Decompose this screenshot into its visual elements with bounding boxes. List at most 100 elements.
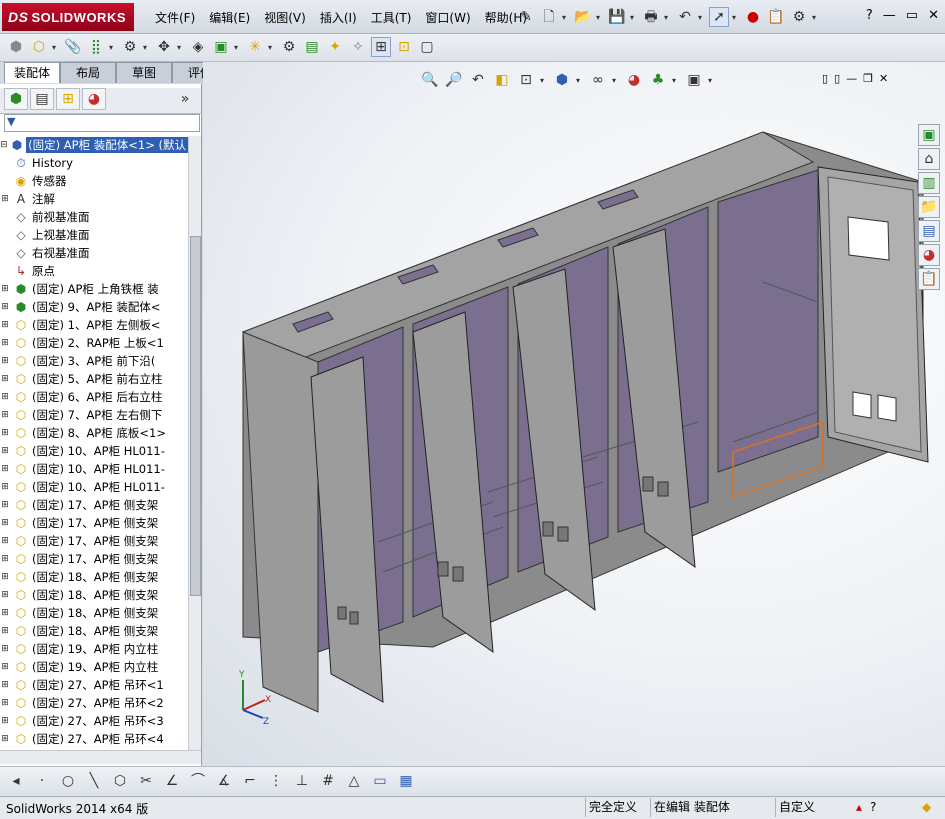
solidworks-resources-icon[interactable]: ▣ xyxy=(918,124,940,146)
centerline-icon[interactable]: ∠ xyxy=(162,771,182,791)
relations-icon[interactable]: △ xyxy=(344,771,364,791)
tree-item[interactable]: ⊞ ⬡ (固定) 7、AP柜 左右侧下 xyxy=(0,406,188,424)
expand-icon[interactable]: ⊞ xyxy=(0,626,10,636)
tree-item[interactable]: ⊞ ⬢ (固定) 9、AP柜 装配体< xyxy=(0,298,188,316)
tree-item[interactable]: ⊞ ⬡ (固定) 17、AP柜 侧支架 xyxy=(0,496,188,514)
dimension-icon[interactable]: ⊥ xyxy=(292,771,312,791)
viewport-split-icon[interactable]: ▯ xyxy=(822,72,828,85)
tree-item[interactable]: ⊞ ⬡ (固定) 5、AP柜 前右立柱 xyxy=(0,370,188,388)
cabinet-assembly-model[interactable]: Y X Z xyxy=(203,62,945,766)
trim-icon[interactable]: ✂ xyxy=(136,771,156,791)
expand-icon[interactable]: ⊞ xyxy=(0,608,10,618)
tab-assembly[interactable]: 装配体 xyxy=(4,62,60,83)
view-orientation-icon[interactable]: ⬢ xyxy=(552,70,572,90)
offset-icon[interactable]: ⌐ xyxy=(240,771,260,791)
expand-icon[interactable]: ⊞ xyxy=(0,392,10,402)
scrollbar-thumb[interactable] xyxy=(190,236,201,596)
tree-item[interactable]: ⏱ History xyxy=(0,154,188,172)
expand-icon[interactable]: ⊞ xyxy=(0,284,10,294)
new-part-icon[interactable]: ⬡ xyxy=(29,37,49,57)
instant3d-icon[interactable]: ⊡ xyxy=(394,37,414,57)
viewport-close-icon[interactable]: ✕ xyxy=(879,72,888,85)
appearances-icon[interactable]: ◕ xyxy=(918,244,940,266)
point-icon[interactable]: · xyxy=(32,771,52,791)
menu-view[interactable]: 视图(V) xyxy=(257,9,313,26)
expand-icon[interactable]: ⊞ xyxy=(0,536,10,546)
minimize-button[interactable]: — xyxy=(883,8,896,23)
tree-item[interactable]: ⊞ ⬡ (固定) 18、AP柜 侧支架 xyxy=(0,568,188,586)
reference-geometry-icon[interactable]: ✳ xyxy=(245,37,265,57)
circle-icon[interactable]: ○ xyxy=(58,771,78,791)
component-pattern-icon[interactable]: ⣿ xyxy=(86,37,106,57)
assembly-features-icon[interactable]: ▣ xyxy=(211,37,231,57)
file-properties-icon[interactable]: 📋 xyxy=(766,7,786,27)
expand-icon[interactable]: ⊞ xyxy=(0,644,10,654)
chevron-down-icon[interactable]: ▾ xyxy=(234,43,242,52)
tree-item[interactable]: ⊞ ⬡ (固定) 1、AP柜 左侧板< xyxy=(0,316,188,334)
speedpak-icon[interactable]: ▢ xyxy=(417,37,437,57)
tree-root[interactable]: ⊟ ⬢ (固定) AP柜 装配体<1> (默认 xyxy=(0,136,188,154)
chevron-down-icon[interactable]: ▾ xyxy=(143,43,151,52)
chevron-down-icon[interactable]: ▾ xyxy=(664,13,672,22)
new-document-icon[interactable]: 🗋 xyxy=(539,7,559,27)
expand-icon[interactable]: ⊞ xyxy=(0,446,10,456)
collapse-icon[interactable]: ⊟ xyxy=(0,140,8,150)
tree-horizontal-scrollbar[interactable] xyxy=(0,750,201,764)
mirror-icon[interactable]: ⋮ xyxy=(266,771,286,791)
viewport-restore-icon[interactable]: ❐ xyxy=(863,72,873,85)
expand-icon[interactable]: ⊞ xyxy=(0,698,10,708)
tree-item[interactable]: ◇ 右视基准面 xyxy=(0,244,188,262)
chevron-down-icon[interactable]: ▾ xyxy=(52,43,60,52)
tree-item[interactable]: ◇ 上视基准面 xyxy=(0,226,188,244)
smart-fasteners-icon[interactable]: ⚙ xyxy=(120,37,140,57)
chevron-down-icon[interactable]: ▾ xyxy=(596,13,604,22)
expand-icon[interactable]: ⊞ xyxy=(0,410,10,420)
help-button[interactable]: ? xyxy=(866,8,873,23)
bill-of-materials-icon[interactable]: ▤ xyxy=(302,37,322,57)
expand-icon[interactable]: ⊞ xyxy=(0,572,10,582)
menu-window[interactable]: 窗口(W) xyxy=(418,9,477,26)
tab-layout[interactable]: 布局 xyxy=(60,62,116,83)
custom-properties-icon[interactable]: 📋 xyxy=(918,268,940,290)
tree-item[interactable]: ⊞ ⬡ (固定) 10、AP柜 HL011- xyxy=(0,442,188,460)
insert-component-icon[interactable]: ⬢ xyxy=(6,37,26,57)
chevron-down-icon[interactable]: ▾ xyxy=(672,76,680,85)
tree-item[interactable]: ⊞ A 注解 xyxy=(0,190,188,208)
expand-icon[interactable]: ⊞ xyxy=(0,320,10,330)
menu-tools[interactable]: 工具(T) xyxy=(364,9,419,26)
zoom-to-fit-icon[interactable]: 🔍 xyxy=(420,70,440,90)
save-icon[interactable]: 💾 xyxy=(607,7,627,27)
chevron-down-icon[interactable]: ▾ xyxy=(732,13,740,22)
tree-item[interactable]: ⊞ ⬡ (固定) 17、AP柜 侧支架 xyxy=(0,514,188,532)
new-motion-study-icon[interactable]: ⚙ xyxy=(279,37,299,57)
chevron-down-icon[interactable]: ▾ xyxy=(177,43,185,52)
chevron-down-icon[interactable]: ▾ xyxy=(109,43,117,52)
dropdown-icon[interactable]: ▴ xyxy=(856,800,862,814)
feature-tree-icon[interactable]: ⬢ xyxy=(4,88,28,110)
previous-view-icon[interactable]: ↶ xyxy=(468,70,488,90)
expand-icon[interactable]: ⊞ xyxy=(0,662,10,672)
show-hidden-icon[interactable]: ◈ xyxy=(188,37,208,57)
polygon-icon[interactable]: ⬡ xyxy=(110,771,130,791)
edit-appearance-icon[interactable]: ◕ xyxy=(624,70,644,90)
units-selector[interactable]: 自定义 xyxy=(775,798,850,817)
options-icon[interactable]: ⚙ xyxy=(789,7,809,27)
tree-item[interactable]: ⊞ ⬡ (固定) 17、AP柜 侧支架 xyxy=(0,532,188,550)
display-window-icon[interactable]: ▭ xyxy=(370,771,390,791)
menu-insert[interactable]: 插入(I) xyxy=(313,9,364,26)
apply-scene-icon[interactable]: ♣ xyxy=(648,70,668,90)
display-manager-icon[interactable]: ◕ xyxy=(82,88,106,110)
expand-icon[interactable]: ⊞ xyxy=(0,716,10,726)
design-library-icon[interactable]: ▥ xyxy=(918,172,940,194)
property-manager-icon[interactable]: ▤ xyxy=(30,88,54,110)
undo-icon[interactable]: ↶ xyxy=(675,7,695,27)
tag-icon[interactable]: ◆ xyxy=(922,800,931,814)
funnel-icon[interactable]: ▼ xyxy=(7,115,15,128)
select-cursor-icon[interactable]: ➚ xyxy=(709,7,729,27)
table-icon[interactable]: ▦ xyxy=(396,771,416,791)
expand-icon[interactable]: ⊞ xyxy=(0,356,10,366)
tree-item[interactable]: ⊞ ⬡ (固定) 17、AP柜 侧支架 xyxy=(0,550,188,568)
tree-item[interactable]: ⊞ ⬡ (固定) 18、AP柜 侧支架 xyxy=(0,622,188,640)
expand-icon[interactable]: ⊞ xyxy=(0,194,10,204)
move-component-icon[interactable]: ✥ xyxy=(154,37,174,57)
